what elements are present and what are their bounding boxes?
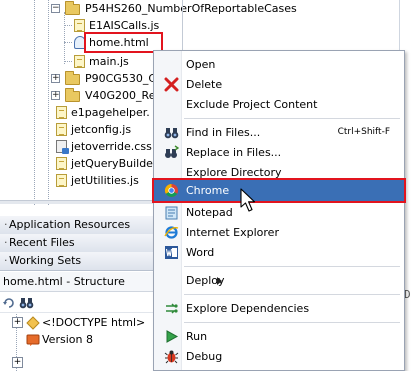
folder-icon xyxy=(65,88,80,102)
menu-item-label: Explore Dependencies xyxy=(186,302,310,315)
expand-icon[interactable]: + xyxy=(12,357,23,368)
tree-item-label: jetUtilities.js xyxy=(71,174,139,187)
sync-icon[interactable] xyxy=(2,296,16,310)
tree-guide xyxy=(34,0,35,205)
menu-item-label: Delete xyxy=(186,78,223,91)
expand-icon[interactable]: + xyxy=(12,317,23,328)
structure-item-label: Version 8 xyxy=(42,333,93,346)
menu-item-label: Open xyxy=(186,58,216,71)
menu-item-explore-dependencies[interactable]: Explore Dependencies xyxy=(154,298,404,319)
expand-icon[interactable]: + xyxy=(51,91,60,100)
menu-item-label: Exclude Project Content xyxy=(186,98,318,111)
tree-item-label: V40G200_Rec xyxy=(85,89,162,102)
selection-outline xyxy=(84,32,163,53)
js-file-icon xyxy=(56,174,67,187)
tree-connector xyxy=(64,25,72,26)
menu-item-label: Notepad xyxy=(186,206,233,219)
css-file-icon xyxy=(56,140,69,154)
dependencies-icon xyxy=(166,303,178,314)
panel-title: Application Resources xyxy=(9,218,131,231)
menu-item-label: Internet Explorer xyxy=(186,226,279,239)
replace-icon xyxy=(165,145,179,158)
menu-item-delete[interactable]: Delete xyxy=(154,74,404,95)
menu-separator xyxy=(184,118,400,119)
tree-item-label: jetoverride.css xyxy=(71,140,152,153)
binoculars-icon[interactable] xyxy=(19,296,34,310)
panel-title: Recent Files xyxy=(9,236,75,249)
js-file-icon xyxy=(56,106,67,119)
submenu-arrow-icon xyxy=(217,277,222,285)
menu-item-replace-in-files[interactable]: Replace in Files... xyxy=(154,142,404,163)
menu-separator xyxy=(184,266,400,267)
menu-separator xyxy=(184,294,400,295)
menu-item-run[interactable]: Run xyxy=(154,326,404,347)
menu-item-exclude-project-content[interactable]: Exclude Project Content xyxy=(154,94,404,115)
tree-item-label: jetQueryBuilde xyxy=(71,157,153,170)
tree-item-label: P54HS260_NumberOfReportableCases xyxy=(85,2,297,15)
panel-title: Working Sets xyxy=(9,254,82,267)
word-icon xyxy=(165,246,178,259)
tree-guide xyxy=(64,12,65,64)
doctype-icon xyxy=(26,316,40,330)
debug-bug-icon xyxy=(164,350,179,364)
js-file-icon xyxy=(74,55,85,68)
selection-outline xyxy=(152,178,406,203)
menu-item-internet-explorer[interactable]: Internet Explorer xyxy=(154,222,404,243)
tree-guide xyxy=(48,0,49,205)
binoculars-icon xyxy=(164,128,179,139)
menu-item-find-in-files[interactable]: Find in Files... Ctrl+Shift-F xyxy=(154,122,404,143)
context-menu[interactable]: Open Delete Exclude Project Content Find… xyxy=(152,50,406,371)
mouse-cursor-icon xyxy=(240,188,256,212)
menu-item-debug[interactable]: Debug xyxy=(154,346,404,367)
menu-item-deploy[interactable]: Deploy xyxy=(154,270,404,291)
tree-item-label: e1pagehelper. xyxy=(71,106,150,119)
menu-item-shortcut: Ctrl+Shift-F xyxy=(337,127,390,137)
structure-item-label: <!DOCTYPE html> xyxy=(42,316,146,329)
menu-item-label: Word xyxy=(186,246,215,259)
menu-item-label: Replace in Files... xyxy=(186,146,282,159)
js-file-icon xyxy=(56,157,67,170)
tree-connector xyxy=(64,42,72,43)
folder-icon xyxy=(65,1,80,15)
tree-item-label: jetconfig.js xyxy=(71,123,132,136)
delete-icon xyxy=(164,77,179,92)
menu-item-open[interactable]: Open xyxy=(154,54,404,75)
menu-item-word[interactable]: Word xyxy=(154,242,404,263)
expand-icon[interactable]: + xyxy=(51,74,60,83)
tree-item-label: P90CG530_Ca xyxy=(85,72,163,85)
js-file-icon xyxy=(56,123,67,136)
folder-icon xyxy=(65,71,80,85)
menu-item-label: Find in Files... xyxy=(186,126,261,139)
tree-item-label: main.js xyxy=(89,55,129,68)
comment-icon xyxy=(26,334,40,346)
js-file-icon xyxy=(74,19,85,32)
menu-item-label: Run xyxy=(186,330,208,343)
tree-connector xyxy=(64,61,72,62)
structure-item[interactable]: + xyxy=(12,354,52,371)
menu-item-label: Debug xyxy=(186,350,223,363)
internet-explorer-icon xyxy=(164,226,179,239)
notepad-icon xyxy=(165,206,178,220)
run-icon xyxy=(166,330,179,343)
menu-item-notepad[interactable]: Notepad xyxy=(154,202,404,223)
collapse-icon[interactable]: − xyxy=(51,4,60,13)
menu-separator xyxy=(184,322,400,323)
